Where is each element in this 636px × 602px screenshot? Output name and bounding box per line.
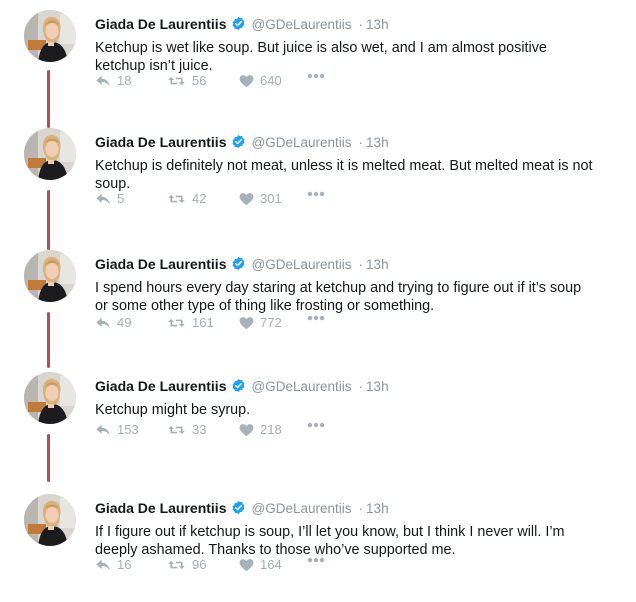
more-button[interactable] <box>307 315 325 321</box>
avatar[interactable] <box>24 128 76 180</box>
reply-button[interactable]: 16 <box>95 557 131 572</box>
retweet-icon <box>167 423 186 437</box>
tweet-text: If I figure out if ketchup is soup, I’ll… <box>95 524 565 558</box>
more-button[interactable] <box>307 191 325 197</box>
reply-count: 18 <box>117 73 132 88</box>
like-count: 772 <box>260 315 282 330</box>
verified-badge-icon <box>231 378 246 393</box>
retweet-button[interactable]: 33 <box>167 422 206 437</box>
tweet-text: Ketchup might be syrup. <box>95 402 251 418</box>
like-button[interactable]: 772 <box>239 315 282 330</box>
separator-dot: · <box>358 256 364 272</box>
thread-line <box>47 70 50 128</box>
separator-dot: · <box>358 500 364 516</box>
thread-line <box>47 190 50 250</box>
reply-button[interactable]: 153 <box>95 422 139 437</box>
heart-icon <box>239 558 254 572</box>
retweet-count: 42 <box>192 191 207 206</box>
tweet-header: Giada De Laurentiis @GDeLaurentiis · 13h <box>95 133 389 153</box>
reply-button[interactable]: 49 <box>95 315 131 330</box>
author-name[interactable]: Giada De Laurentiis <box>95 16 226 32</box>
tweet-time[interactable]: 13h <box>366 379 389 394</box>
reply-count: 16 <box>117 557 132 572</box>
like-button[interactable]: 301 <box>239 191 282 206</box>
more-button[interactable] <box>307 557 325 563</box>
avatar[interactable] <box>24 372 76 424</box>
retweet-icon <box>167 74 186 88</box>
retweet-icon <box>167 192 186 206</box>
avatar[interactable] <box>24 494 76 546</box>
like-button[interactable]: 640 <box>239 73 282 88</box>
retweet-icon <box>167 316 186 330</box>
tweet-time[interactable]: 13h <box>366 17 389 32</box>
tweet-header: Giada De Laurentiis @GDeLaurentiis · 13h <box>95 499 389 519</box>
verified-badge-icon <box>231 500 246 515</box>
like-count: 164 <box>260 557 282 572</box>
tweet-header: Giada De Laurentiis @GDeLaurentiis · 13h <box>95 377 389 397</box>
retweet-button[interactable]: 42 <box>167 191 206 206</box>
reply-icon <box>95 558 111 572</box>
tweet-time[interactable]: 13h <box>366 135 389 150</box>
heart-icon <box>239 423 254 437</box>
reply-button[interactable]: 18 <box>95 73 131 88</box>
retweet-count: 96 <box>192 557 207 572</box>
reply-icon <box>95 74 111 88</box>
like-button[interactable]: 164 <box>239 557 282 572</box>
reply-button[interactable]: 5 <box>95 191 124 206</box>
tweet-text: Ketchup is definitely not meat, unless i… <box>95 158 593 192</box>
reply-icon <box>95 192 111 206</box>
avatar[interactable] <box>24 250 76 302</box>
reply-icon <box>95 316 111 330</box>
heart-icon <box>239 192 254 206</box>
author-handle[interactable]: @GDeLaurentiis <box>251 17 351 32</box>
more-icon <box>307 73 325 79</box>
thread-line <box>47 434 50 482</box>
more-icon <box>307 191 325 197</box>
author-handle[interactable]: @GDeLaurentiis <box>251 379 351 394</box>
like-button[interactable]: 218 <box>239 422 282 437</box>
retweet-icon <box>167 558 186 572</box>
tweet-text: I spend hours every day staring at ketch… <box>95 280 582 314</box>
author-name[interactable]: Giada De Laurentiis <box>95 256 226 272</box>
retweet-count: 161 <box>192 315 214 330</box>
more-icon <box>307 422 325 428</box>
separator-dot: · <box>358 16 364 32</box>
author-handle[interactable]: @GDeLaurentiis <box>251 257 351 272</box>
retweet-button[interactable]: 56 <box>167 73 206 88</box>
thread-line <box>47 312 50 368</box>
like-count: 301 <box>260 191 282 206</box>
retweet-button[interactable]: 96 <box>167 557 206 572</box>
more-button[interactable] <box>307 422 325 428</box>
tweet-time[interactable]: 13h <box>366 257 389 272</box>
like-count: 640 <box>260 73 282 88</box>
reply-count: 49 <box>117 315 132 330</box>
heart-icon <box>239 74 254 88</box>
heart-icon <box>239 316 254 330</box>
reply-icon <box>95 423 111 437</box>
more-button[interactable] <box>307 73 325 79</box>
tweet-time[interactable]: 13h <box>366 501 389 516</box>
avatar[interactable] <box>24 10 76 62</box>
separator-dot: · <box>358 134 364 150</box>
retweet-count: 56 <box>192 73 207 88</box>
more-icon <box>307 557 325 563</box>
reply-count: 5 <box>117 191 125 206</box>
separator-dot: · <box>358 378 364 394</box>
author-handle[interactable]: @GDeLaurentiis <box>251 135 351 150</box>
more-icon <box>307 315 325 321</box>
author-handle[interactable]: @GDeLaurentiis <box>251 501 351 516</box>
like-count: 218 <box>260 422 282 437</box>
tweet-text: Ketchup is wet like soup. But juice is a… <box>95 40 547 74</box>
tweet-header: Giada De Laurentiis @GDeLaurentiis · 13h <box>95 15 389 35</box>
retweet-count: 33 <box>192 422 207 437</box>
verified-badge-icon <box>231 134 246 149</box>
author-name[interactable]: Giada De Laurentiis <box>95 134 226 150</box>
verified-badge-icon <box>231 16 246 31</box>
tweet-header: Giada De Laurentiis @GDeLaurentiis · 13h <box>95 255 389 275</box>
reply-count: 153 <box>117 422 139 437</box>
retweet-button[interactable]: 161 <box>167 315 214 330</box>
author-name[interactable]: Giada De Laurentiis <box>95 500 226 516</box>
verified-badge-icon <box>231 256 246 271</box>
author-name[interactable]: Giada De Laurentiis <box>95 378 226 394</box>
